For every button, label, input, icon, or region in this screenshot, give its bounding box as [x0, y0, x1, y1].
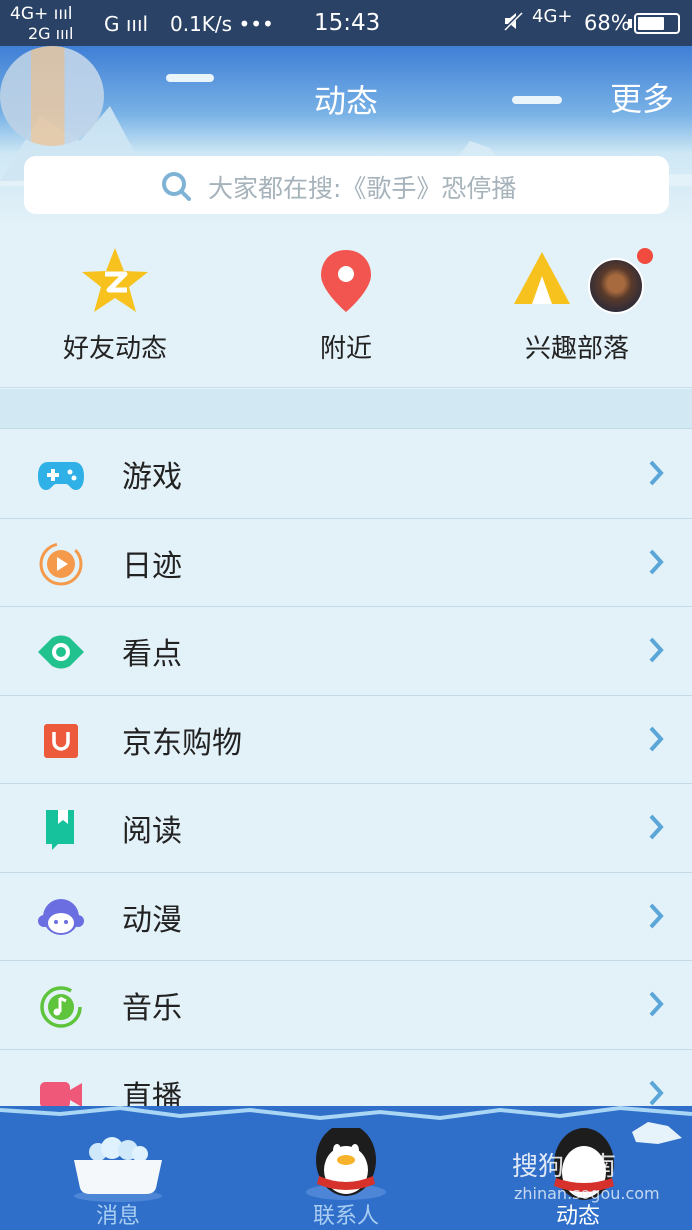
list-item-label: 动漫 — [122, 902, 182, 938]
anime-icon — [38, 898, 84, 935]
daily-trace-icon — [39, 542, 83, 585]
list-item-anime[interactable]: 动漫 — [0, 872, 692, 961]
bathtub-icon — [74, 1137, 162, 1202]
header: 动态 更多 大家都在搜:《歌手》恐停播 — [0, 46, 692, 226]
network-signal-1: 4G+ ıııl — [10, 4, 73, 24]
chevron-right-icon — [649, 814, 664, 840]
feature-list: 游戏 日迹 看点 京东购物 阅读 动漫 音乐 直播 — [0, 430, 692, 1138]
tribe-tent-icon — [514, 252, 570, 304]
chevron-right-icon — [649, 903, 664, 928]
list-item-label: 游戏 — [122, 460, 182, 495]
page-title: 动态 — [313, 82, 378, 120]
chevron-right-icon — [649, 549, 664, 574]
search-bar[interactable]: 大家都在搜:《歌手》恐停播 — [24, 156, 669, 214]
battery-percent: 68% — [584, 11, 631, 35]
list-item-label: 阅读 — [122, 814, 182, 849]
gamepad-icon — [38, 462, 84, 490]
chevron-right-icon — [649, 637, 664, 663]
tab-label: 联系人 — [312, 1204, 379, 1229]
penguin-icon — [306, 1124, 386, 1200]
search-icon — [162, 172, 191, 201]
list-item-kandian[interactable]: 看点 — [0, 607, 692, 696]
chevron-right-icon — [649, 991, 664, 1017]
music-icon — [40, 986, 82, 1028]
quick-item-tribe[interactable]: 兴趣部落 — [477, 246, 677, 376]
location-pin-icon — [321, 250, 371, 312]
list-item-daily-trace[interactable]: 日迹 — [0, 518, 692, 607]
list-item-label: 日迹 — [122, 548, 182, 584]
list-item-reading[interactable]: 阅读 — [0, 784, 692, 873]
chevron-right-icon — [649, 726, 664, 751]
g-signal: G ıııl — [104, 12, 149, 36]
search-placeholder: 大家都在搜:《歌手》恐停播 — [208, 174, 517, 203]
notification-dot — [637, 248, 653, 264]
list-item-music[interactable]: 音乐 — [0, 961, 692, 1050]
tab-label: 消息 — [95, 1204, 140, 1229]
mute-icon — [502, 10, 524, 37]
list-item-label: 音乐 — [122, 991, 182, 1026]
chevron-right-icon — [649, 460, 664, 486]
list-item-label: 看点 — [122, 637, 182, 672]
battery-icon — [634, 13, 680, 34]
ice-wave-decoration — [0, 1105, 692, 1128]
network-signal-2: 2G ıııl — [28, 24, 74, 43]
quick-label: 好友动态 — [62, 334, 167, 364]
status-bar: 4G+ ıııl 2G ıııl G ıııl 0.1K/s ••• 15:43… — [0, 0, 692, 46]
ice-floe-decoration — [632, 1122, 682, 1144]
book-icon — [46, 810, 74, 850]
watermark-logo: 搜狗指南 — [512, 1152, 617, 1182]
section-divider — [0, 389, 692, 429]
list-item-jd-shopping[interactable]: 京东购物 — [0, 695, 692, 784]
jd-shopping-icon — [44, 723, 78, 758]
network-speed: 0.1K/s ••• — [170, 12, 274, 36]
quick-actions: 好友动态 附近 兴趣部落 — [0, 226, 692, 388]
quick-item-nearby[interactable]: 附近 — [246, 246, 446, 376]
quick-label: 兴趣部落 — [524, 334, 629, 364]
list-item-label: 京东购物 — [122, 725, 242, 761]
tribe-avatar — [588, 258, 644, 314]
more-button[interactable]: 更多 — [610, 74, 674, 120]
quick-item-friend-feed[interactable]: 好友动态 — [15, 246, 215, 376]
battery-fill — [638, 17, 664, 30]
network-signal-right: 4G+ — [532, 6, 573, 27]
friend-feed-star-icon — [82, 248, 148, 312]
eye-icon — [38, 635, 84, 669]
clock: 15:43 — [314, 10, 381, 36]
watermark-url: zhinan.sogou.com — [514, 1184, 660, 1203]
battery-tip — [628, 19, 632, 28]
quick-label: 附近 — [319, 334, 372, 364]
list-item-game[interactable]: 游戏 — [0, 430, 692, 519]
